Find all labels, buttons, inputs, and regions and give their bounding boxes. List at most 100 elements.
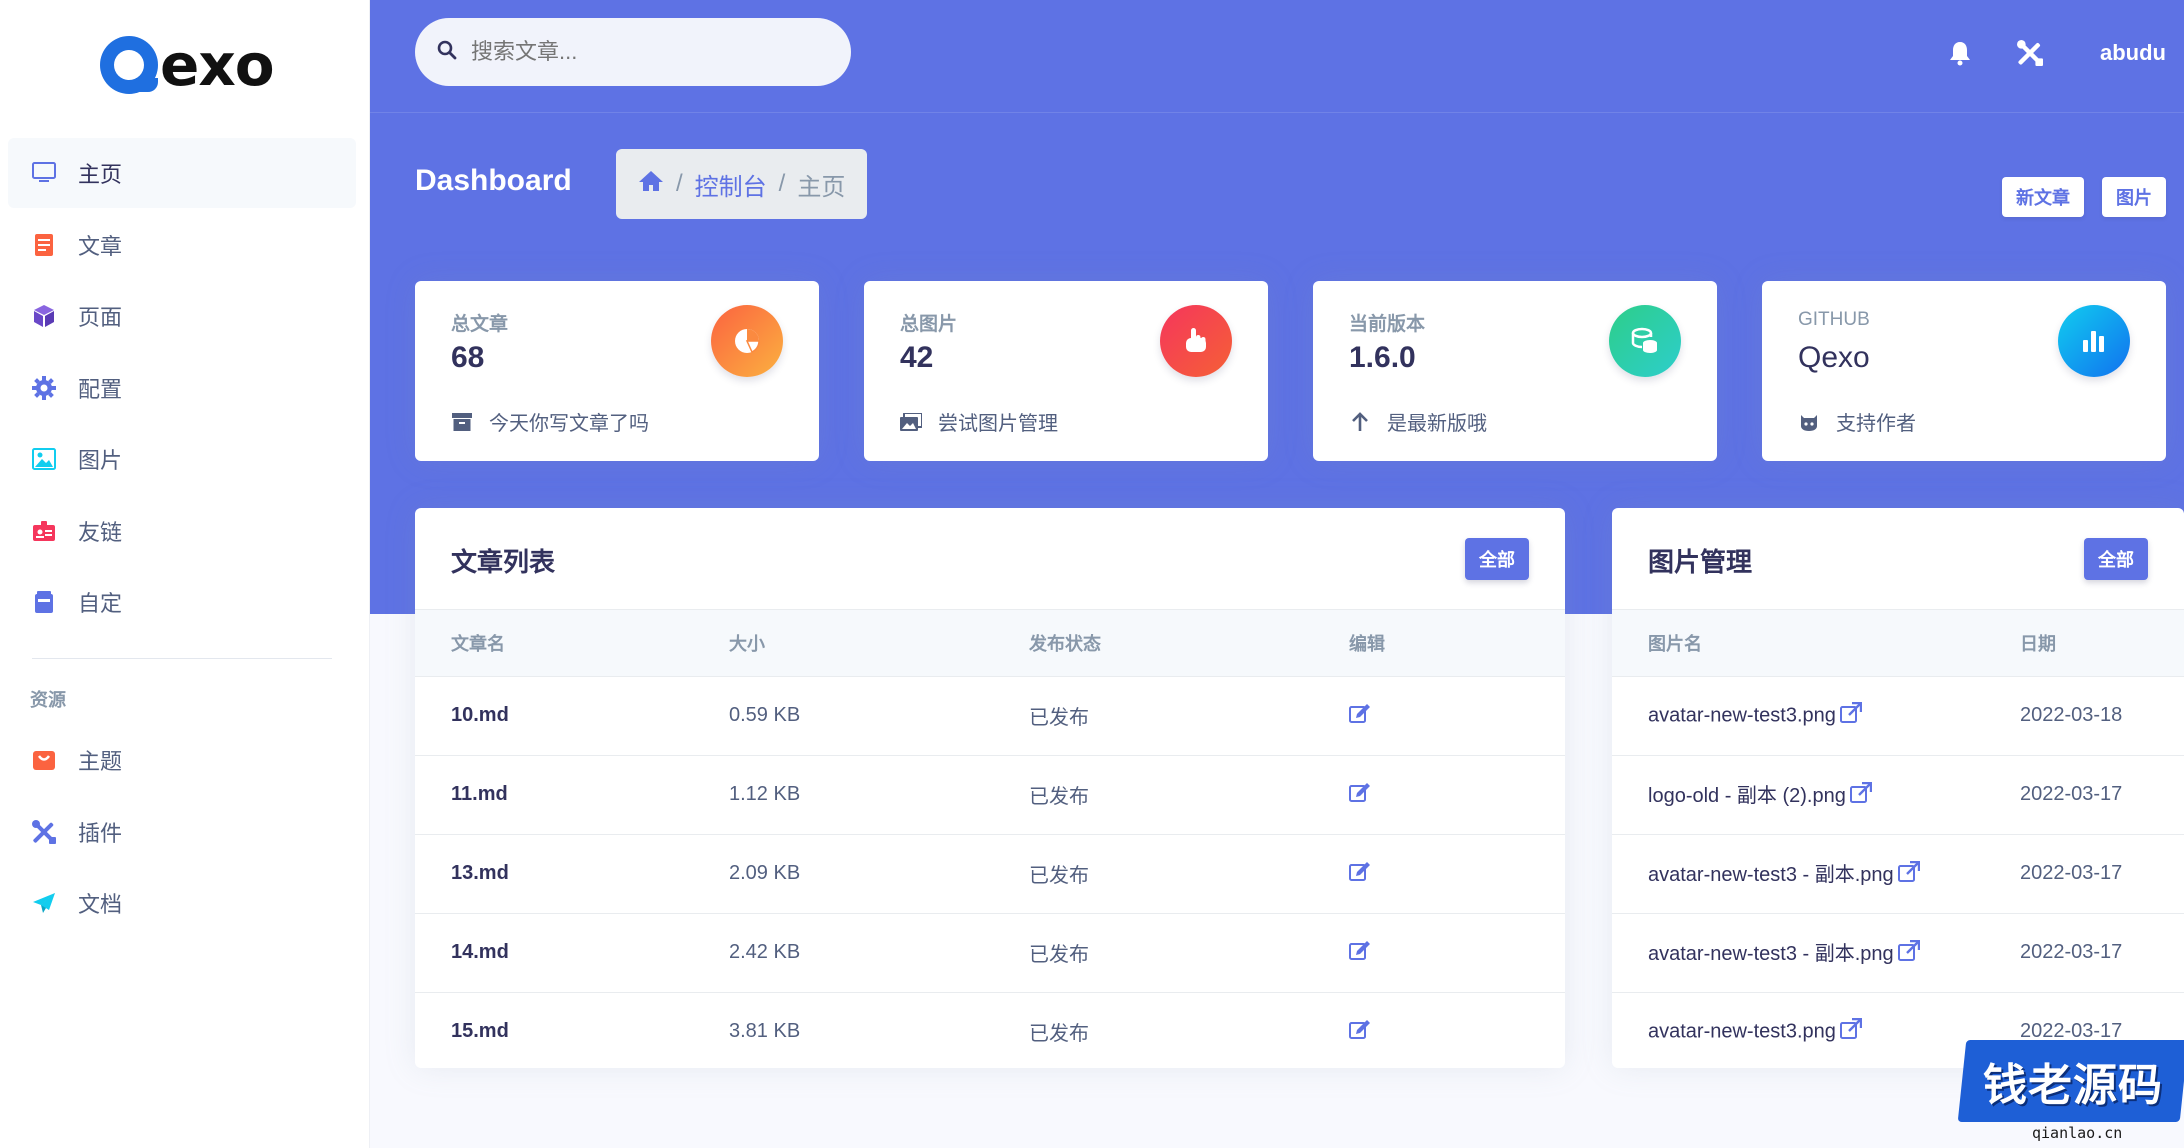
posts-table: 文章名 大小 发布状态 编辑 10.md 0.59 KB 已发布 11.md 1… (415, 610, 1565, 1068)
post-name[interactable]: 11.md (415, 755, 693, 835)
stat-footer[interactable]: 支持作者 (1798, 407, 1916, 436)
new-post-button[interactable]: 新文章 (2002, 177, 2084, 217)
stat-value: 1.6.0 (1349, 341, 1416, 374)
image-name-cell: avatar-new-test3 - 副本.png (1612, 913, 1984, 993)
stat-footer-text: 尝试图片管理 (938, 413, 1058, 435)
bell-icon[interactable] (1945, 38, 1975, 68)
sidebar-section-heading: 资源 (30, 690, 66, 710)
images-button[interactable]: 图片 (2102, 177, 2166, 217)
stat-value: 68 (451, 341, 485, 374)
column-header: 发布状态 (993, 610, 1313, 677)
search-box[interactable] (415, 18, 851, 86)
images-all-button[interactable]: 全部 (2084, 538, 2148, 580)
stat-footer-text: 是最新版哦 (1387, 413, 1487, 435)
sidebar: exo 主页 文章 页面 配置 图片 友链 自定 资源 主题 插件 文档 (0, 0, 370, 1148)
cube-icon (30, 302, 58, 330)
images-panel: 图片管理 全部 图片名 日期 avatar-new-test3.png 2022… (1612, 508, 2184, 1068)
post-name[interactable]: 14.md (415, 913, 693, 993)
edit-icon[interactable] (1349, 940, 1371, 965)
sidebar-item-images[interactable]: 图片 (8, 424, 356, 494)
post-name[interactable]: 13.md (415, 834, 693, 914)
sidebar-item-plugins[interactable]: 插件 (8, 797, 356, 867)
edit-icon[interactable] (1349, 703, 1371, 728)
sidebar-item-label: 图片 (78, 448, 123, 473)
image-name-cell: avatar-new-test3.png (1612, 992, 1984, 1068)
post-name[interactable]: 15.md (415, 992, 693, 1068)
sidebar-item-home[interactable]: 主页 (8, 138, 356, 208)
sidebar-item-label: 自定 (78, 591, 123, 616)
external-link-icon[interactable] (1839, 701, 1863, 730)
posts-panel-header: 文章列表 全部 (415, 508, 1565, 610)
column-header: 文章名 (415, 610, 693, 677)
tools-icon (30, 818, 58, 846)
archive-icon (451, 411, 473, 433)
stat-label: 总文章 (451, 314, 509, 335)
sidebar-item-links[interactable]: 友链 (8, 496, 356, 566)
watermark-text: 钱老源码 (1983, 1061, 2163, 1110)
stat-value: 42 (900, 341, 934, 374)
image-date: 2022-03-17 (1984, 913, 2184, 993)
stat-footer[interactable]: 尝试图片管理 (900, 407, 1058, 436)
image-date: 2022-03-17 (1984, 755, 2184, 835)
sidebar-item-label: 主页 (78, 162, 123, 187)
external-link-icon[interactable] (1839, 1017, 1863, 1046)
breadcrumb-separator: / (676, 170, 683, 197)
archive-icon (30, 588, 58, 616)
breadcrumb: / 控制台 / 主页 (616, 149, 868, 219)
column-header: 编辑 (1313, 610, 1565, 677)
bar-chart-icon (2058, 305, 2130, 377)
external-link-icon[interactable] (1849, 782, 1873, 810)
image-name: avatar-new-test3.png (1648, 1020, 1836, 1043)
images-icon (900, 411, 922, 433)
sidebar-item-custom[interactable]: 自定 (8, 567, 356, 637)
pie-chart-icon (711, 305, 783, 377)
post-status: 已发布 (993, 834, 1313, 914)
image-name: avatar-new-test3 - 副本.png (1648, 863, 1894, 886)
stat-footer[interactable]: 今天你写文章了吗 (451, 407, 649, 436)
post-status: 已发布 (1029, 1023, 1089, 1046)
sidebar-item-label: 主题 (78, 749, 123, 774)
image-icon (30, 445, 58, 473)
user-menu[interactable]: abudu (2100, 40, 2166, 66)
sidebar-item-label: 页面 (78, 305, 123, 330)
sidebar-item-posts[interactable]: 文章 (8, 210, 356, 280)
page-title: Dashboard (415, 164, 572, 197)
stat-footer-text: 今天你写文章了吗 (489, 413, 649, 435)
breadcrumb-dashboard[interactable]: 控制台 (695, 167, 767, 202)
image-date: 2022-03-18 (1984, 676, 2184, 756)
sidebar-item-pages[interactable]: 页面 (8, 281, 356, 351)
post-name[interactable]: 10.md (415, 676, 693, 756)
external-link-icon[interactable] (1897, 940, 1920, 968)
table-row: 13.md 2.09 KB 已发布 (415, 834, 1565, 914)
breadcrumb-separator: / (778, 170, 786, 197)
posts-panel: 文章列表 全部 文章名 大小 发布状态 编辑 10.md 0.59 KB 已发布 (415, 508, 1565, 1068)
posts-all-button[interactable]: 全部 (1465, 538, 1529, 580)
sidebar-item-themes[interactable]: 主题 (8, 725, 356, 795)
image-date: 2022-03-17 (1984, 834, 2184, 914)
github-icon (1798, 411, 1820, 433)
edit-icon[interactable] (1349, 1019, 1371, 1044)
sidebar-item-config[interactable]: 配置 (8, 353, 356, 423)
search-input[interactable] (471, 39, 811, 65)
external-link-icon[interactable] (1897, 861, 1920, 889)
posts-panel-title: 文章列表 (451, 547, 556, 577)
home-icon[interactable] (638, 170, 664, 199)
post-status: 已发布 (993, 755, 1313, 835)
images-table: 图片名 日期 avatar-new-test3.png 2022-03-18 l… (1612, 610, 2184, 1068)
table-row: 15.md 3.81 KB 已发布 (415, 992, 1565, 1068)
paper-plane-icon (30, 889, 58, 917)
column-header: 日期 (1984, 610, 2184, 677)
qexo-logo[interactable]: exo (100, 30, 275, 100)
column-header: 图片名 (1612, 610, 1984, 677)
edit-icon[interactable] (1349, 782, 1371, 807)
image-name: avatar-new-test3.png (1648, 703, 1836, 726)
sidebar-item-label: 友链 (78, 519, 123, 545)
arrow-up-icon (1349, 411, 1371, 433)
tools-icon[interactable] (2015, 38, 2045, 68)
sidebar-item-docs[interactable]: 文档 (8, 868, 356, 938)
monitor-icon (30, 159, 58, 187)
search-icon (437, 40, 457, 65)
edit-icon[interactable] (1349, 861, 1371, 886)
table-row: 14.md 2.42 KB 已发布 (415, 913, 1565, 993)
sidebar-divider (32, 658, 332, 659)
